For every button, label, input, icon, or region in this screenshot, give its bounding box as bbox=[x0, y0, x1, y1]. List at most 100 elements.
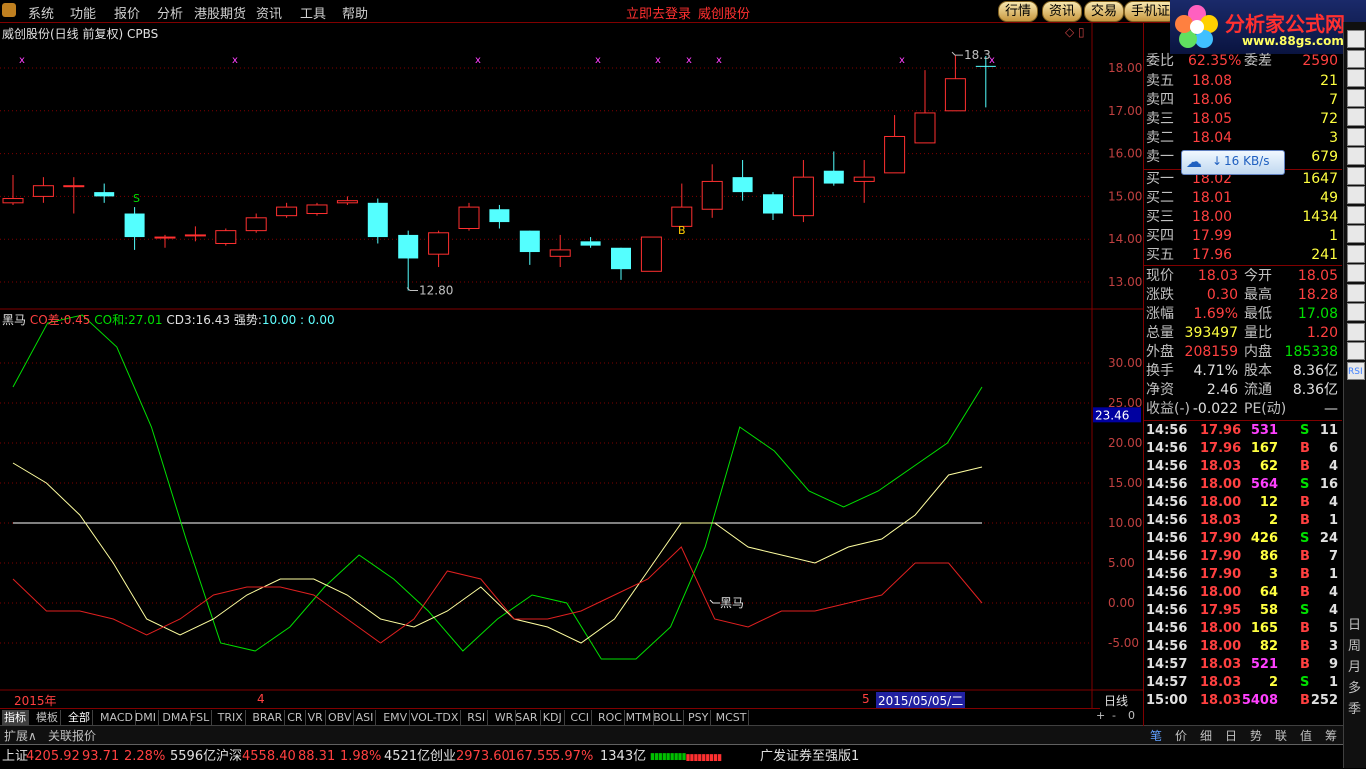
right-tab-4[interactable]: 势 bbox=[1250, 727, 1262, 744]
indicator-tab-dmi[interactable]: DMI bbox=[133, 710, 160, 725]
indicator-tab-cci[interactable]: CCI bbox=[568, 710, 592, 725]
chart-controls-icon[interactable]: ◇ ▯ bbox=[1065, 25, 1085, 39]
stat-label: 涨幅 bbox=[1146, 306, 1174, 322]
sell-price: 18.05 bbox=[1192, 111, 1233, 127]
app-icon[interactable] bbox=[2, 3, 16, 17]
indicator-tab-dma[interactable]: DMA bbox=[160, 710, 191, 725]
tool-icon[interactable] bbox=[1347, 127, 1365, 146]
indicator-tab-全部[interactable]: 全部 bbox=[66, 710, 93, 725]
indicator-tab-mcst[interactable]: MCST bbox=[714, 710, 750, 725]
tick-time: 14:56 bbox=[1146, 621, 1188, 636]
right-tab-0[interactable]: 笔 bbox=[1150, 727, 1162, 744]
indicator-tab-vr[interactable]: VR bbox=[306, 710, 326, 725]
tool-icon[interactable] bbox=[1347, 205, 1365, 224]
tab-add-button[interactable]: + bbox=[1096, 709, 1105, 722]
tool-icon[interactable] bbox=[1347, 166, 1365, 185]
indicator-tab-emv[interactable]: EMV bbox=[381, 710, 411, 725]
tool-icon[interactable] bbox=[1347, 342, 1365, 360]
indicator-tab-vol-tdx[interactable]: VOL-TDX bbox=[409, 710, 462, 725]
menu-news[interactable]: 资讯 bbox=[256, 3, 282, 22]
stat-label: 外盘 bbox=[1146, 344, 1174, 360]
price-chart[interactable]: 18.0017.0016.0015.0014.0013.00x x x x x x x x xS… bbox=[0, 22, 1143, 708]
indicator-tab-fsl[interactable]: FSL bbox=[188, 710, 213, 725]
tool-icon[interactable] bbox=[1347, 30, 1365, 48]
sell-price: 18.06 bbox=[1192, 92, 1233, 108]
tab-reset-button[interactable]: 0 bbox=[1128, 709, 1135, 722]
candle-body bbox=[154, 236, 176, 239]
period-button-0[interactable]: 日 bbox=[1348, 614, 1361, 633]
tick-row: 14:56 17.96 531 S 11 bbox=[1144, 422, 1342, 440]
indicator-tab-rsi[interactable]: RSI bbox=[465, 710, 489, 725]
price-label: 18.00 bbox=[1108, 61, 1142, 75]
tick-count: 252 bbox=[1310, 693, 1338, 708]
period-button-1[interactable]: 周 bbox=[1348, 635, 1361, 654]
indicator-tab-trix[interactable]: TRIX bbox=[216, 710, 246, 725]
indicator-tab-brar[interactable]: BRAR bbox=[250, 710, 286, 725]
buy-level-4: 买四 17.99 1 bbox=[1144, 227, 1342, 246]
co-diff-value: 0.45 bbox=[63, 313, 91, 327]
indicator-tab-psy[interactable]: PSY bbox=[686, 710, 712, 725]
indicator-tab-asi[interactable]: ASI bbox=[354, 710, 377, 725]
menu-tools[interactable]: 工具 bbox=[300, 3, 326, 22]
stock-name-link[interactable]: 威创股份 bbox=[698, 3, 750, 22]
indicator-tab-kdj[interactable]: KDJ bbox=[541, 710, 565, 725]
indicator-tab-boll[interactable]: BOLL bbox=[651, 710, 685, 725]
cy-index: 2973.60 bbox=[456, 749, 510, 764]
stat-label: 内盘 bbox=[1244, 344, 1272, 360]
tool-icon[interactable] bbox=[1347, 225, 1365, 243]
tick-count: 5 bbox=[1328, 621, 1338, 636]
right-tab-1[interactable]: 价 bbox=[1175, 727, 1187, 744]
indicator-tab-cr[interactable]: CR bbox=[285, 710, 306, 725]
tool-icon[interactable] bbox=[1347, 186, 1365, 204]
indicator-tab-obv[interactable]: OBV bbox=[326, 710, 355, 725]
menu-help[interactable]: 帮助 bbox=[342, 3, 368, 22]
tool-icon[interactable] bbox=[1347, 264, 1365, 282]
tool-icon[interactable] bbox=[1347, 108, 1365, 126]
indicator-tab-指标[interactable]: 指标 bbox=[2, 710, 29, 725]
indicator-tab-sar[interactable]: SAR bbox=[513, 710, 541, 725]
tool-icon[interactable] bbox=[1347, 244, 1365, 263]
menu-system[interactable]: 系统 bbox=[28, 3, 54, 22]
right-tab-3[interactable]: 日 bbox=[1225, 727, 1237, 744]
right-tab-7[interactable]: 筹 bbox=[1325, 727, 1337, 744]
indicator-tab-模板[interactable]: 模板 bbox=[34, 710, 61, 725]
related-quote-tab[interactable]: 关联报价 bbox=[48, 727, 96, 744]
right-tab-2[interactable]: 细 bbox=[1200, 727, 1212, 744]
tool-icon[interactable] bbox=[1347, 88, 1365, 107]
tick-side: B bbox=[1300, 657, 1310, 672]
candle-body bbox=[398, 234, 419, 259]
rsi-tool-icon[interactable]: RSI bbox=[1348, 367, 1363, 377]
hs-index: 4558.40 bbox=[242, 749, 296, 764]
menu-hk-futures[interactable]: 港股期货 bbox=[194, 3, 246, 22]
right-tab-6[interactable]: 值 bbox=[1300, 727, 1312, 744]
tool-icon[interactable] bbox=[1347, 49, 1365, 68]
tab-remove-button[interactable]: - bbox=[1112, 709, 1116, 722]
tool-icon[interactable] bbox=[1347, 69, 1365, 87]
period-button-2[interactable]: 月 bbox=[1348, 656, 1361, 675]
tool-icon[interactable] bbox=[1347, 322, 1365, 341]
right-tab-5[interactable]: 联 bbox=[1275, 727, 1287, 744]
tick-price: 18.03 bbox=[1200, 693, 1242, 708]
indicator-tab-macd[interactable]: MACD bbox=[98, 710, 136, 725]
news-button[interactable]: 资讯 bbox=[1042, 1, 1083, 22]
menu-analysis[interactable]: 分析 bbox=[157, 3, 183, 22]
buy-level-2: 买二 18.01 49 bbox=[1144, 189, 1342, 208]
period-label[interactable]: 日线 bbox=[1104, 692, 1128, 709]
tool-icon[interactable] bbox=[1347, 283, 1365, 302]
tool-icon[interactable] bbox=[1347, 147, 1365, 165]
login-link[interactable]: 立即去登录 bbox=[626, 3, 691, 22]
tick-time: 14:56 bbox=[1146, 639, 1188, 654]
period-button-3[interactable]: 多 bbox=[1348, 677, 1361, 696]
menu-quote[interactable]: 报价 bbox=[114, 3, 140, 22]
market-button[interactable]: 行情 bbox=[998, 1, 1039, 22]
stat-value: 393497 bbox=[1184, 325, 1238, 341]
menu-function[interactable]: 功能 bbox=[70, 3, 96, 22]
tick-count: 4 bbox=[1328, 585, 1338, 600]
indicator-tab-roc[interactable]: ROC bbox=[596, 710, 625, 725]
indicator-tab-mtm[interactable]: MTM bbox=[624, 710, 655, 725]
trade-button[interactable]: 交易 bbox=[1084, 1, 1125, 22]
period-button-4[interactable]: 季 bbox=[1348, 698, 1361, 717]
candle-body bbox=[884, 135, 906, 174]
tool-icon[interactable] bbox=[1347, 303, 1365, 321]
expand-tab[interactable]: 扩展∧ bbox=[4, 727, 37, 744]
